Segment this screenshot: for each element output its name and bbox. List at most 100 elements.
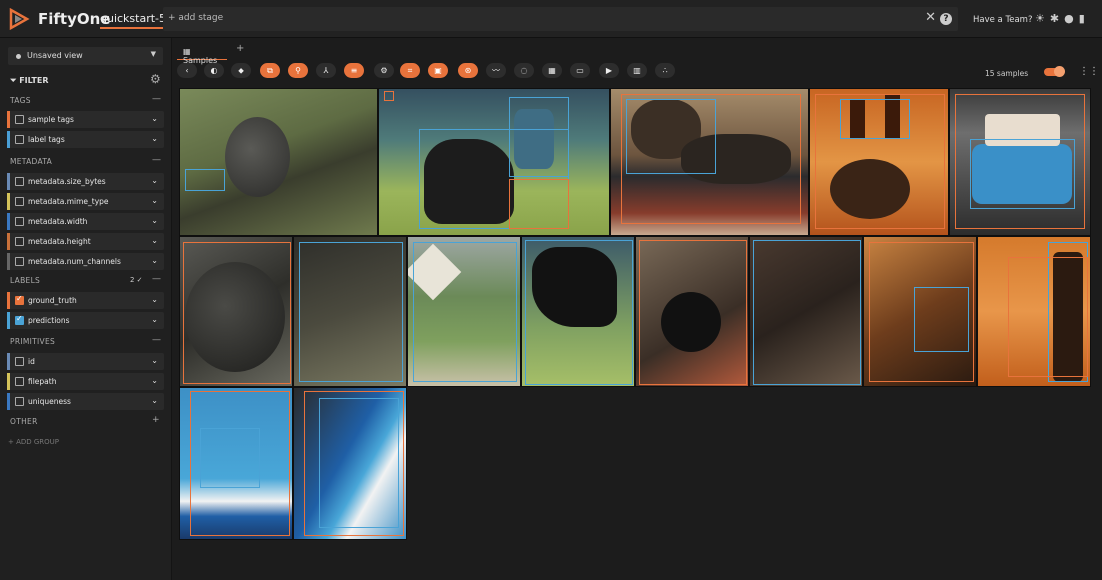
- merge-icon[interactable]: ⅄: [316, 63, 336, 78]
- field-checkbox[interactable]: [15, 115, 24, 124]
- scatter-icon[interactable]: ∴: [655, 63, 675, 78]
- sample-tile[interactable]: [293, 236, 407, 387]
- clear-icon[interactable]: ✕: [925, 10, 936, 25]
- sidebar-field-row[interactable]: filepath ⌄: [7, 373, 164, 390]
- chevron-down-icon[interactable]: ⌄: [151, 256, 158, 265]
- search-icon[interactable]: ⚲: [288, 63, 308, 78]
- list-icon[interactable]: ≡: [344, 63, 364, 78]
- collapse-icon[interactable]: —: [152, 274, 161, 284]
- section-tags[interactable]: TAGS: [10, 96, 31, 105]
- grid-view-icon[interactable]: ▦: [542, 63, 562, 78]
- chevron-down-icon[interactable]: ⌄: [151, 114, 158, 123]
- field-checkbox[interactable]: [15, 237, 24, 246]
- field-checkbox[interactable]: [15, 357, 24, 366]
- field-checkbox[interactable]: [15, 397, 24, 406]
- collapse-icon[interactable]: —: [152, 335, 161, 345]
- team-link[interactable]: Have a Team?: [973, 15, 1032, 25]
- pen-icon[interactable]: 〰: [486, 63, 506, 78]
- brain-icon[interactable]: ⊛: [458, 63, 478, 78]
- sample-tile[interactable]: [610, 88, 809, 236]
- field-checkbox[interactable]: [15, 377, 24, 386]
- dataset-selector[interactable]: quickstart-5: [100, 12, 167, 29]
- sidebar-field-row[interactable]: metadata.size_bytes ⌄: [7, 173, 164, 190]
- sidebar-field-row[interactable]: metadata.width ⌄: [7, 213, 164, 230]
- grid-zoom-toggle[interactable]: [1044, 66, 1065, 77]
- field-checkbox[interactable]: [15, 197, 24, 206]
- sample-tile[interactable]: [863, 236, 977, 387]
- sample-tile[interactable]: [293, 387, 407, 540]
- sample-tile[interactable]: [179, 387, 293, 540]
- chevron-down-icon[interactable]: ⌄: [151, 236, 158, 245]
- field-checkbox[interactable]: [15, 314, 24, 325]
- settings-icon[interactable]: ⚙: [374, 63, 394, 78]
- histogram-icon[interactable]: ▥: [627, 63, 647, 78]
- main-panel: ▦ Samples + ‹ ◐ ⬥ ⧉ ⚲ ⅄ ≡ ⚙ ⌗ ▣ ⊛ 〰 ◌ ▦ …: [172, 38, 1102, 580]
- chevron-down-icon[interactable]: ⌄: [151, 376, 158, 385]
- sample-tile[interactable]: [521, 236, 635, 387]
- panel-icon[interactable]: ▭: [570, 63, 590, 78]
- section-labels[interactable]: LABELS: [10, 276, 40, 285]
- image-icon[interactable]: ▣: [428, 63, 448, 78]
- collapse-icon[interactable]: —: [152, 94, 161, 104]
- refresh-icon[interactable]: ◌: [514, 63, 534, 78]
- sidebar-field-row[interactable]: label tags ⌄: [7, 131, 164, 148]
- view-selector[interactable]: Unsaved view ▼: [8, 47, 163, 65]
- embed-icon[interactable]: ⌗: [400, 63, 420, 78]
- chevron-down-icon[interactable]: ⌄: [151, 396, 158, 405]
- sidebar-field-row[interactable]: ground_truth ⌄: [7, 292, 164, 309]
- sample-tile[interactable]: [809, 88, 949, 236]
- sample-tile[interactable]: [749, 236, 863, 387]
- tag-icon[interactable]: ⬥: [231, 63, 251, 78]
- sample-tile[interactable]: [407, 236, 521, 387]
- video-icon[interactable]: ▶: [599, 63, 619, 78]
- section-primitives[interactable]: PRIMITIVES: [10, 337, 55, 346]
- chevron-down-icon[interactable]: ⌄: [151, 356, 158, 365]
- sidebar-field-row[interactable]: id ⌄: [7, 353, 164, 370]
- github-icon[interactable]: ●: [1064, 12, 1079, 25]
- help-icon[interactable]: ?: [940, 13, 952, 25]
- samples-count: 15 samples: [985, 69, 1029, 78]
- sidebar-field-row[interactable]: metadata.height ⌄: [7, 233, 164, 250]
- tab-samples[interactable]: ▦ Samples: [177, 43, 227, 65]
- section-metadata[interactable]: METADATA: [10, 157, 52, 166]
- sun-icon[interactable]: ☀: [1035, 12, 1050, 25]
- layout-grid-icon[interactable]: ⋮⋮: [1079, 66, 1099, 77]
- sidebar-field-row[interactable]: sample tags ⌄: [7, 111, 164, 128]
- chevron-down-icon[interactable]: ⌄: [151, 134, 158, 143]
- field-checkbox[interactable]: [15, 135, 24, 144]
- chevron-down-icon[interactable]: ⌄: [151, 176, 158, 185]
- docs-icon[interactable]: ▮: [1079, 12, 1090, 25]
- sidebar-field-row[interactable]: uniqueness ⌄: [7, 393, 164, 410]
- field-checkbox[interactable]: [15, 217, 24, 226]
- add-group-button[interactable]: + ADD GROUP: [8, 438, 59, 446]
- sidebar-field-row[interactable]: metadata.mime_type ⌄: [7, 193, 164, 210]
- slack-icon[interactable]: ✱: [1050, 12, 1064, 25]
- patches-icon[interactable]: ⧉: [260, 63, 280, 78]
- expand-icon[interactable]: +: [152, 415, 160, 425]
- sample-tile[interactable]: [179, 88, 378, 236]
- view-stage-bar[interactable]: + add stage ✕ ?: [163, 7, 958, 31]
- sidebar-field-row[interactable]: metadata.num_channels ⌄: [7, 253, 164, 270]
- chevron-down-icon[interactable]: ⌄: [151, 315, 158, 324]
- field-checkbox[interactable]: [15, 257, 24, 266]
- chevron-down-icon[interactable]: ⌄: [151, 295, 158, 304]
- field-checkbox[interactable]: [15, 294, 24, 305]
- back-icon[interactable]: ‹: [177, 63, 197, 78]
- palette-icon[interactable]: ◐: [204, 63, 224, 78]
- add-stage-input[interactable]: + add stage: [168, 13, 223, 23]
- sample-tile[interactable]: [179, 236, 293, 387]
- labels-count: 2 ✓: [130, 276, 143, 284]
- add-panel-button[interactable]: +: [236, 43, 244, 54]
- fiftyone-logo-icon[interactable]: [8, 8, 30, 30]
- sample-tile[interactable]: [635, 236, 749, 387]
- chevron-down-icon[interactable]: ⌄: [151, 216, 158, 225]
- sample-tile[interactable]: [378, 88, 610, 236]
- collapse-icon[interactable]: —: [152, 155, 161, 165]
- sample-tile[interactable]: [977, 236, 1091, 387]
- section-other[interactable]: OTHER: [10, 417, 38, 426]
- gear-icon[interactable]: ⚙: [150, 72, 161, 86]
- field-checkbox[interactable]: [15, 177, 24, 186]
- sample-tile[interactable]: [949, 88, 1091, 236]
- sidebar-field-row[interactable]: predictions ⌄: [7, 312, 164, 329]
- chevron-down-icon[interactable]: ⌄: [151, 196, 158, 205]
